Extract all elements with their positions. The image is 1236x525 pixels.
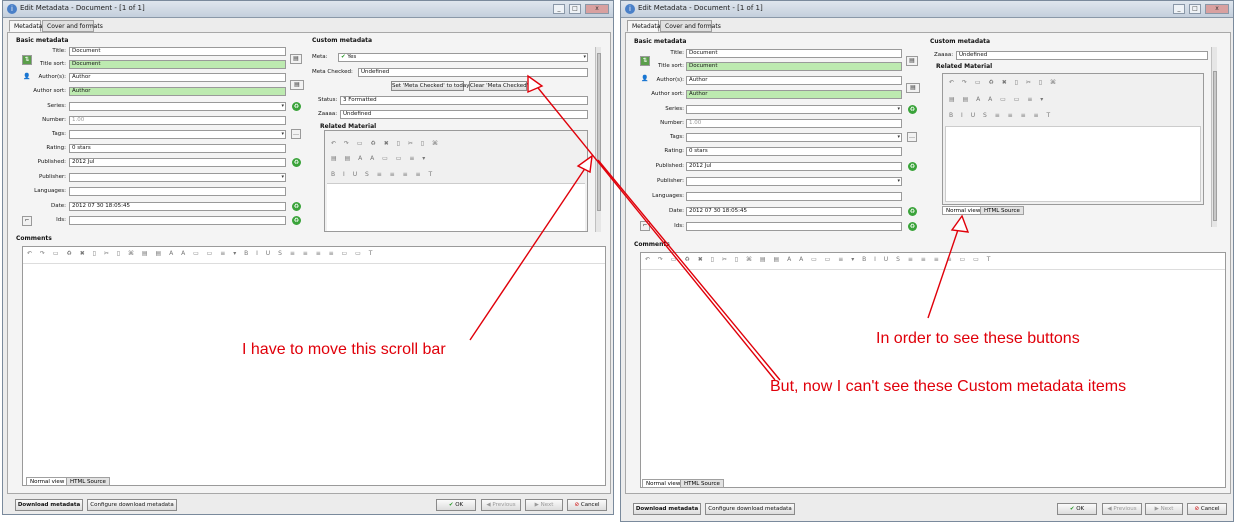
- annotation-see-buttons: In order to see these buttons: [876, 330, 1080, 347]
- arrow-to-custom-items: [529, 77, 776, 381]
- annotation-scroll-bar: I have to move this scroll bar: [242, 341, 446, 358]
- annotation-custom-items: But, now I can't see these Custom metada…: [770, 378, 1127, 395]
- arrowhead-html-tab: [950, 214, 970, 233]
- arrowhead-scrollbar: [576, 154, 593, 174]
- arrow-to-custom-items-2: [597, 159, 781, 381]
- arrow-to-html-tab: [927, 217, 963, 319]
- annotation-arrows: [469, 74, 970, 381]
- arrow-to-scrollbar: [469, 157, 593, 341]
